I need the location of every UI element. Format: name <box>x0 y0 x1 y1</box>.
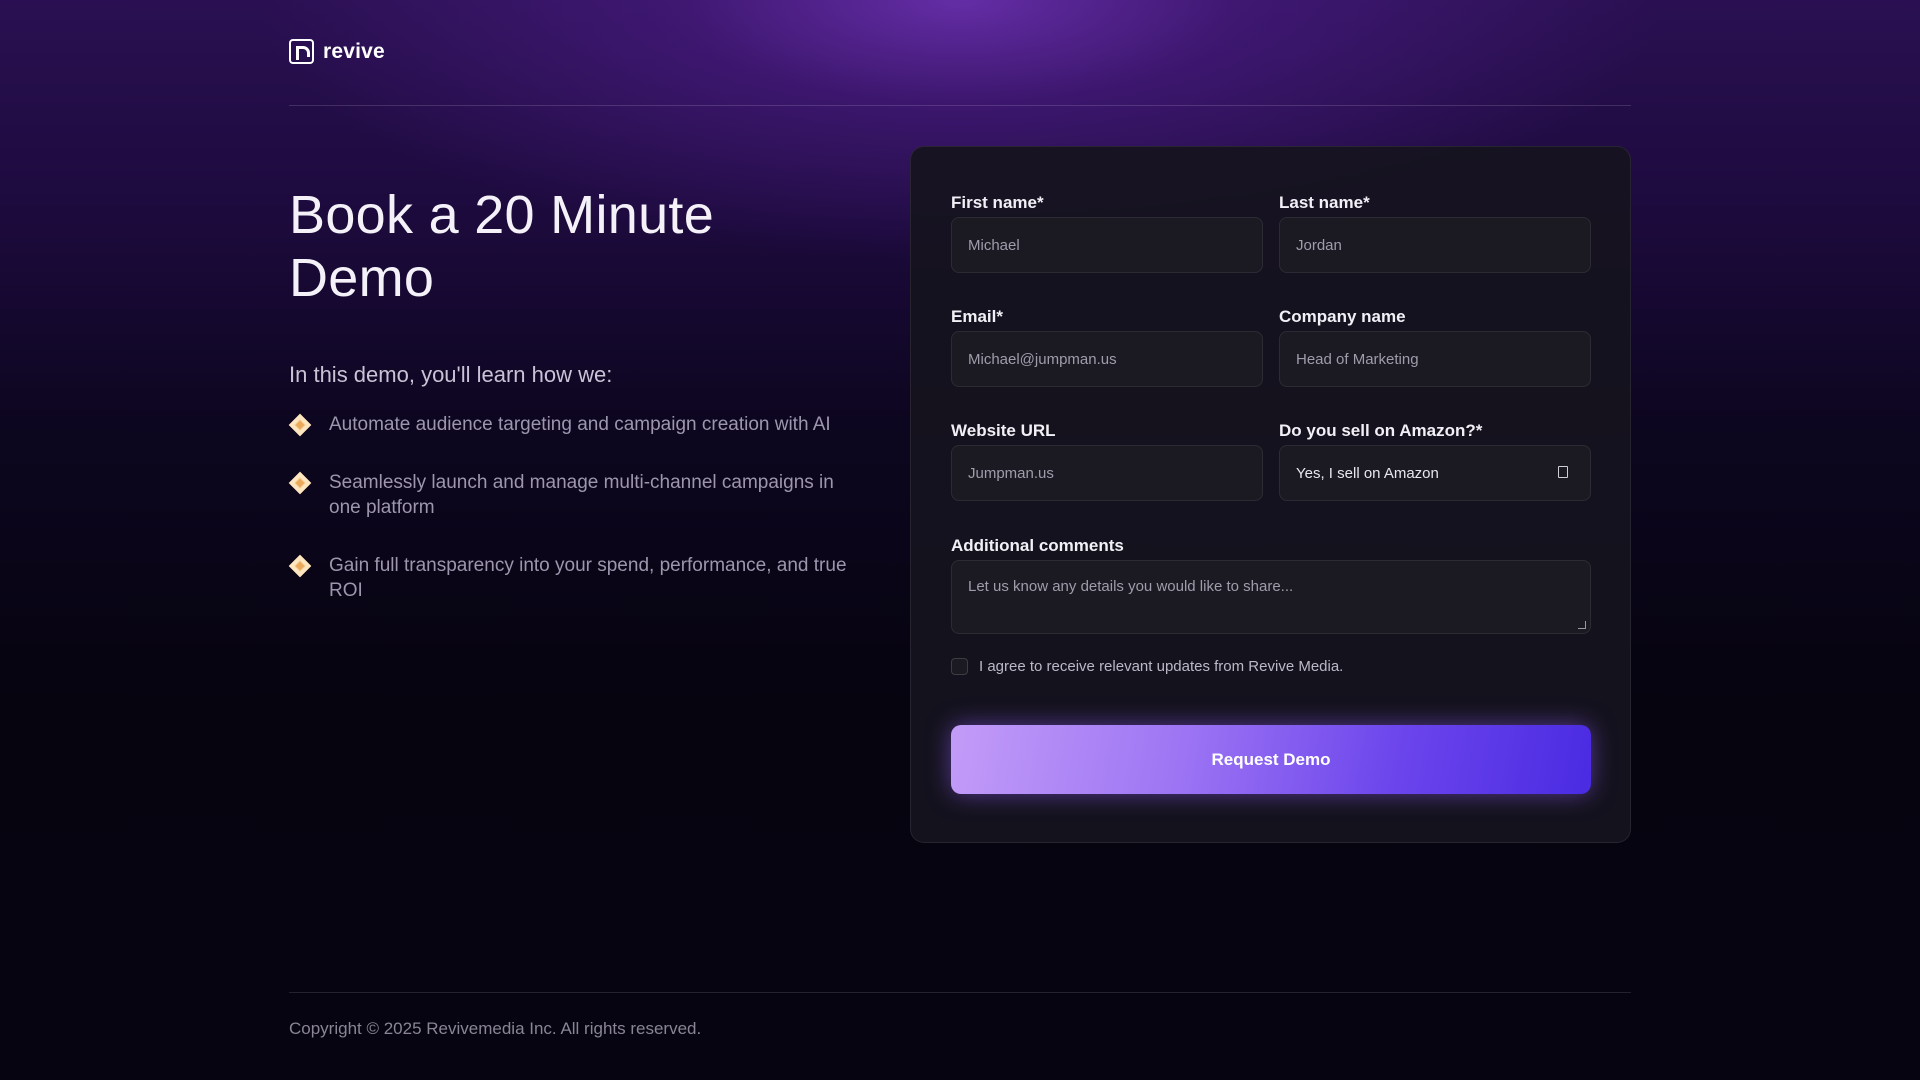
last-name-group: Last name* Jordan <box>1279 193 1591 273</box>
email-label: Email* <box>951 307 1003 326</box>
comments-label: Additional comments <box>951 536 1124 555</box>
consent-label[interactable]: I agree to receive relevant updates from… <box>979 658 1343 675</box>
benefit-item: Automate audience targeting and campaign… <box>288 412 849 437</box>
brand-name: revive <box>323 39 385 63</box>
page-title-line-2: Demo <box>289 248 435 308</box>
benefit-list: Automate audience targeting and campaign… <box>288 412 849 603</box>
first-name-group: First name* Michael <box>951 193 1263 273</box>
company-placeholder: Head of Marketing <box>1296 350 1419 368</box>
diamond-icon <box>288 554 312 578</box>
last-name-placeholder: Jordan <box>1296 236 1342 254</box>
benefit-item: Gain full transparency into your spend, … <box>288 553 849 603</box>
resize-handle-icon[interactable] <box>1578 621 1586 629</box>
benefit-item: Seamlessly launch and manage multi-chann… <box>288 470 849 520</box>
last-name-label: Last name* <box>1279 193 1370 212</box>
amazon-select[interactable]: Yes, I sell on Amazon <box>1279 445 1591 501</box>
email-placeholder: Michael@jumpman.us <box>968 350 1117 368</box>
company-label: Company name <box>1279 307 1406 326</box>
email-group: Email* Michael@jumpman.us <box>951 307 1263 387</box>
company-group: Company name Head of Marketing <box>1279 307 1591 387</box>
site-footer: Copyright © 2025 Revivemedia Inc. All ri… <box>289 992 1631 1080</box>
comments-group: Additional comments Let us know any deta… <box>951 536 1591 636</box>
dropdown-icon <box>1558 466 1568 478</box>
last-name-field[interactable]: Jordan <box>1279 217 1591 273</box>
hero-section: Book a 20 Minute Demo In this demo, you'… <box>288 184 849 636</box>
email-field[interactable]: Michael@jumpman.us <box>951 331 1263 387</box>
amazon-selected-value: Yes, I sell on Amazon <box>1296 464 1439 482</box>
consent-checkbox[interactable] <box>951 658 968 675</box>
site-header: revive <box>289 0 1631 106</box>
request-demo-button[interactable]: Request Demo <box>951 725 1591 794</box>
demo-request-form: First name* Michael Last name* Jordan Em… <box>910 146 1631 843</box>
amazon-group: Do you sell on Amazon?* Yes, I sell on A… <box>1279 421 1591 501</box>
website-group: Website URL Jumpman.us <box>951 421 1263 501</box>
consent-row: I agree to receive relevant updates from… <box>951 658 1343 675</box>
copyright-text: Copyright © 2025 Revivemedia Inc. All ri… <box>289 1019 702 1038</box>
website-label: Website URL <box>951 421 1056 440</box>
diamond-icon <box>288 471 312 495</box>
company-field[interactable]: Head of Marketing <box>1279 331 1591 387</box>
amazon-label: Do you sell on Amazon?* <box>1279 421 1483 440</box>
first-name-label: First name* <box>951 193 1044 212</box>
brand-logo[interactable]: revive <box>289 39 385 64</box>
comments-placeholder: Let us know any details you would like t… <box>968 578 1294 595</box>
page-title-line-1: Book a 20 Minute <box>289 185 715 245</box>
comments-textarea[interactable]: Let us know any details you would like t… <box>951 560 1591 634</box>
diamond-icon <box>288 413 312 437</box>
benefit-text: Seamlessly launch and manage multi-chann… <box>329 472 834 518</box>
revive-logo-icon <box>289 39 314 64</box>
website-field[interactable]: Jumpman.us <box>951 445 1263 501</box>
page-title: Book a 20 Minute Demo <box>289 184 849 310</box>
benefit-text: Gain full transparency into your spend, … <box>329 555 847 601</box>
benefit-text: Automate audience targeting and campaign… <box>329 414 831 435</box>
first-name-field[interactable]: Michael <box>951 217 1263 273</box>
first-name-placeholder: Michael <box>968 236 1020 254</box>
website-placeholder: Jumpman.us <box>968 464 1054 482</box>
intro-text: In this demo, you'll learn how we: <box>289 362 613 387</box>
